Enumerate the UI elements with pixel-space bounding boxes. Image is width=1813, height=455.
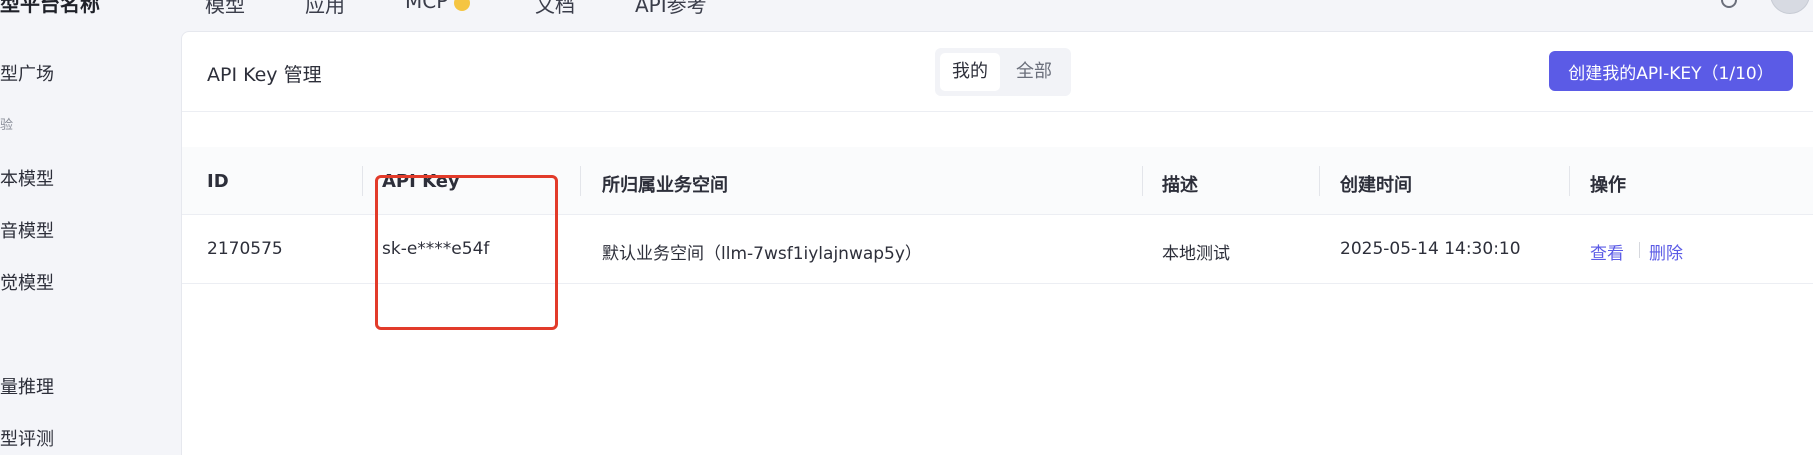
nav-item-mcp[interactable]: MCP [405, 0, 471, 13]
cell-description: 本地测试 [1162, 244, 1230, 264]
column-header-created-at: 创建时间 [1340, 175, 1412, 196]
card-header: API Key 管理 我的 全部 创建我的API-KEY（1/10） [182, 32, 1813, 112]
sidebar-item-speech-model[interactable]: 音模型 [0, 217, 54, 243]
segment-mine[interactable]: 我的 [940, 53, 1000, 91]
column-divider [1319, 166, 1320, 196]
api-key-card: API Key 管理 我的 全部 创建我的API-KEY（1/10） ID AP… [181, 31, 1813, 455]
column-header-id: ID [207, 171, 229, 192]
action-divider [1639, 242, 1640, 258]
scope-segmented-control: 我的 全部 [935, 48, 1071, 96]
cell-api-key: sk-e****e54f [382, 239, 490, 259]
sidebar-item-vision-model[interactable]: 觉模型 [0, 269, 54, 295]
nav-item-models[interactable]: 模型 [205, 0, 245, 18]
cell-workspace: 默认业务空间（llm-7wsf1iylajnwap5y） [602, 244, 922, 264]
delete-link[interactable]: 删除 [1649, 239, 1683, 264]
sidebar-item-batch-inference[interactable]: 量推理 [0, 373, 54, 399]
column-divider [1142, 166, 1143, 196]
column-header-description: 描述 [1162, 175, 1198, 196]
nav-item-docs[interactable]: 文档 [535, 0, 575, 18]
cell-created-at: 2025-05-14 14:30:10 [1340, 239, 1521, 259]
view-link[interactable]: 查看 [1590, 239, 1624, 264]
table-header: ID API Key 所归属业务空间 描述 创建时间 操作 [182, 147, 1813, 215]
cell-id: 2170575 [207, 239, 283, 259]
top-navigation: 型平台名称 模型 应用 MCP 文档 API参考 [0, 0, 1813, 30]
nav-item-api-reference[interactable]: API参考 [635, 0, 707, 18]
nav-item-apps[interactable]: 应用 [305, 0, 345, 18]
sidebar-item-text-model[interactable]: 本模型 [0, 165, 54, 191]
user-avatar[interactable] [1770, 0, 1810, 14]
sidebar-item-model-eval[interactable]: 型评测 [0, 425, 54, 451]
create-api-key-button[interactable]: 创建我的API-KEY（1/10） [1549, 51, 1793, 91]
column-header-actions: 操作 [1590, 175, 1626, 196]
table-row: 2170575 sk-e****e54f 默认业务空间（llm-7wsf1iyl… [182, 216, 1813, 284]
column-divider [362, 166, 363, 196]
nav-item-mcp-label: MCP [405, 0, 449, 13]
page-title: API Key 管理 [207, 64, 322, 86]
column-divider [580, 166, 581, 196]
segment-all[interactable]: 全部 [1002, 53, 1066, 91]
column-divider [1569, 166, 1570, 196]
sidebar-section-label: 验 [0, 118, 14, 133]
sidebar: 型广场 验 本模型 音模型 觉模型 量推理 型评测 [0, 30, 180, 455]
brand-name: 型平台名称 [0, 0, 100, 16]
new-badge-icon [454, 0, 471, 11]
sidebar-item-model-square[interactable]: 型广场 [0, 60, 54, 86]
column-header-api-key: API Key [382, 171, 460, 192]
column-header-workspace: 所归属业务空间 [602, 175, 728, 196]
settings-gear-icon[interactable] [1721, 0, 1737, 8]
